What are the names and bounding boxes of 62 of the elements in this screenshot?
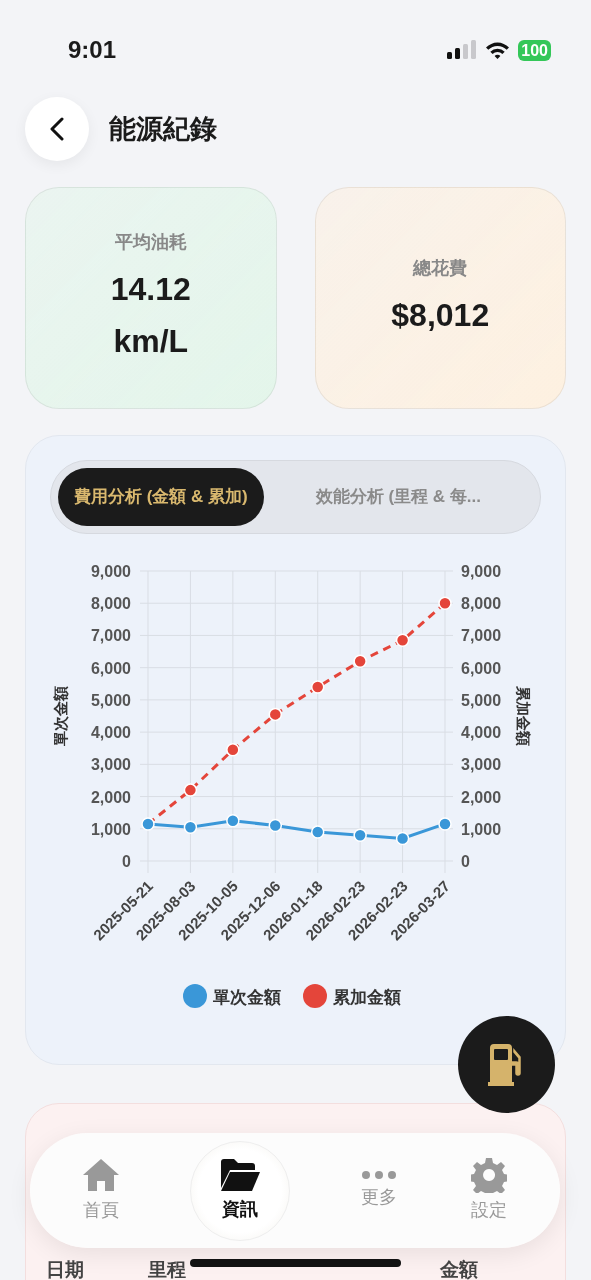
column-header: 金額 [440,1258,478,1280]
back-icon [50,117,64,141]
data-point [310,825,325,839]
y-tick-label: 1,000 [90,820,131,838]
y-tick-label: 9,000 [90,563,131,580]
chart-tab[interactable]: 效能分析 (里程 & 每... [263,468,533,526]
y-tick-label: 9,000 [461,563,502,580]
nav-tab[interactable]: 設定 [434,1156,544,1225]
y-tick-label: 8,000 [90,595,131,613]
data-point [438,817,452,831]
home-icon [81,1157,121,1193]
chart-tab[interactable]: 費用分析 (金額 & 累加) [58,468,264,526]
battery-level: 100 [518,39,551,61]
y-tick-label: 5,000 [90,691,131,709]
data-point [395,633,410,648]
data-point [353,654,367,668]
more-icon [361,1170,397,1180]
nav-tab[interactable]: 資訊 [190,1140,290,1241]
stat-value: 14.12 km/L [109,270,192,361]
stat-value: $8,012 [390,295,491,335]
y-tick-label: 0 [461,853,470,870]
wifi-icon [485,40,511,60]
data-point [183,783,198,797]
status-time: 9:01 [68,35,117,65]
data-point [183,820,198,834]
legend-label: 累加金額 [333,988,401,1007]
stat-label: 平均油耗 [114,231,187,255]
signal-icon [447,40,478,60]
data-point [395,831,410,846]
data-point [438,596,452,610]
y-tick-label: 3,000 [461,756,502,774]
y-tick-label: 7,000 [90,627,131,645]
y-tick-label: 4,000 [461,724,502,742]
y-tick-label: 6,000 [461,659,502,677]
column-header: 里程 [148,1258,186,1280]
data-point [226,813,240,828]
stat-label: 總花費 [413,256,468,280]
nav-tab[interactable]: 更多 [324,1169,434,1212]
y-tick-label: 0 [122,853,131,870]
y-tick-label: 4,000 [90,724,131,742]
data-point [268,707,283,722]
page-title: 能源紀錄 [109,112,217,146]
data-point [353,828,367,842]
y-tick-label: 7,000 [461,627,502,645]
nav-tab[interactable]: 首頁 [46,1156,156,1225]
y-tick-label: 3,000 [90,756,131,774]
data-point [268,818,283,833]
folder-icon [219,1158,261,1192]
data-point [310,680,325,694]
y-tick-label: 2,000 [90,788,131,806]
y-tick-label: 8,000 [461,595,502,613]
y-tick-label: 1,000 [461,820,502,838]
data-point [226,743,240,757]
column-header: 日期 [46,1258,84,1280]
y-tick-label: 5,000 [461,691,502,709]
data-point [141,817,155,831]
y-tick-label: 2,000 [461,788,502,806]
axis-title: 累加金額 [515,686,532,746]
axis-title: 單次金額 [52,686,69,746]
legend-label: 單次金額 [213,988,281,1007]
settings-icon [471,1157,507,1193]
y-tick-label: 6,000 [90,659,131,677]
